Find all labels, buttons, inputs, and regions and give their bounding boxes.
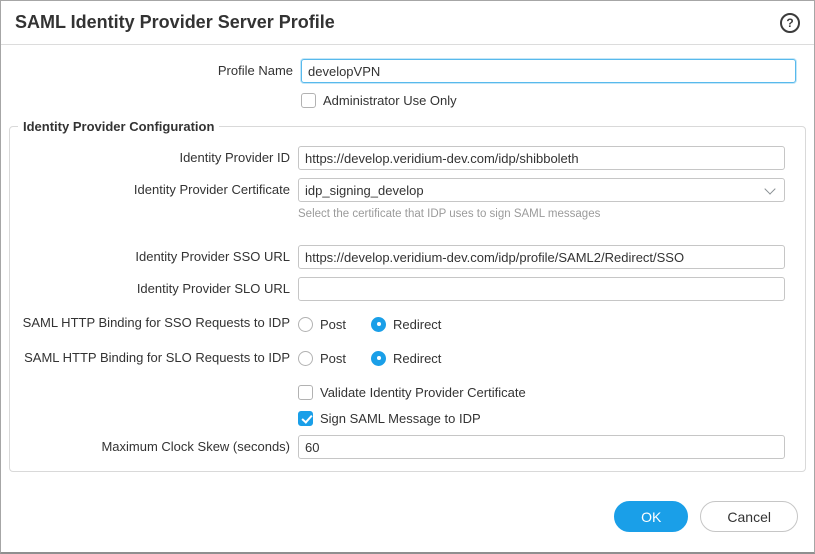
idp-certificate-select[interactable]: idp_signing_develop — [298, 178, 785, 202]
ok-button[interactable]: OK — [614, 501, 688, 532]
idp-id-row: Identity Provider ID — [10, 146, 785, 170]
sso-binding-label: SAML HTTP Binding for SSO Requests to ID… — [10, 315, 298, 331]
validate-cert-row: Validate Identity Provider Certificate — [10, 383, 785, 401]
sso-binding-post-radio[interactable] — [298, 317, 313, 332]
idp-certificate-hint-row: Select the certificate that IDP uses to … — [10, 210, 785, 237]
profile-name-label: Profile Name — [1, 63, 301, 79]
help-icon[interactable]: ? — [780, 13, 800, 33]
profile-name-row: Profile Name — [1, 59, 796, 83]
sso-url-label: Identity Provider SSO URL — [10, 249, 298, 265]
idp-certificate-value: idp_signing_develop — [305, 183, 424, 198]
admin-use-only-row: Administrator Use Only — [1, 91, 796, 109]
dialog-body: Profile Name Administrator Use Only Iden… — [1, 45, 814, 472]
sso-url-row: Identity Provider SSO URL — [10, 245, 785, 269]
cancel-button[interactable]: Cancel — [700, 501, 798, 532]
dialog-header: SAML Identity Provider Server Profile ? — [1, 1, 814, 45]
saml-idp-server-profile-dialog: SAML Identity Provider Server Profile ? … — [0, 0, 815, 554]
sso-url-input[interactable] — [298, 245, 785, 269]
sign-saml-label[interactable]: Sign SAML Message to IDP — [320, 411, 481, 426]
idp-certificate-row: Identity Provider Certificate idp_signin… — [10, 178, 785, 202]
slo-url-row: Identity Provider SLO URL — [10, 277, 785, 301]
sign-saml-checkbox[interactable] — [298, 411, 313, 426]
slo-url-input[interactable] — [298, 277, 785, 301]
sso-binding-redirect-radio[interactable] — [371, 317, 386, 332]
sso-binding-redirect-label[interactable]: Redirect — [393, 317, 441, 332]
admin-use-only-checkbox[interactable] — [301, 93, 316, 108]
admin-use-only-label[interactable]: Administrator Use Only — [323, 93, 457, 108]
clock-skew-label: Maximum Clock Skew (seconds) — [10, 439, 298, 455]
validate-cert-label[interactable]: Validate Identity Provider Certificate — [320, 385, 526, 400]
clock-skew-row: Maximum Clock Skew (seconds) — [10, 435, 785, 459]
slo-url-label: Identity Provider SLO URL — [10, 281, 298, 297]
idp-id-input[interactable] — [298, 146, 785, 170]
idp-certificate-hint: Select the certificate that IDP uses to … — [298, 207, 785, 221]
profile-name-input[interactable] — [301, 59, 796, 83]
slo-binding-redirect-radio[interactable] — [371, 351, 386, 366]
identity-provider-configuration-group: Identity Provider Configuration Identity… — [9, 119, 806, 472]
dialog-title: SAML Identity Provider Server Profile — [15, 12, 335, 33]
dialog-footer: OK Cancel — [614, 501, 798, 532]
group-title: Identity Provider Configuration — [18, 119, 219, 134]
sign-saml-row: Sign SAML Message to IDP — [10, 409, 785, 427]
idp-certificate-label: Identity Provider Certificate — [10, 182, 298, 198]
slo-binding-post-label[interactable]: Post — [320, 351, 346, 366]
validate-cert-checkbox[interactable] — [298, 385, 313, 400]
slo-binding-post-radio[interactable] — [298, 351, 313, 366]
slo-binding-row: SAML HTTP Binding for SLO Requests to ID… — [10, 349, 785, 367]
clock-skew-input[interactable] — [298, 435, 785, 459]
sso-binding-row: SAML HTTP Binding for SSO Requests to ID… — [10, 315, 785, 333]
chevron-down-icon — [766, 185, 775, 194]
idp-id-label: Identity Provider ID — [10, 150, 298, 166]
sso-binding-post-label[interactable]: Post — [320, 317, 346, 332]
slo-binding-label: SAML HTTP Binding for SLO Requests to ID… — [10, 350, 298, 366]
slo-binding-redirect-label[interactable]: Redirect — [393, 351, 441, 366]
